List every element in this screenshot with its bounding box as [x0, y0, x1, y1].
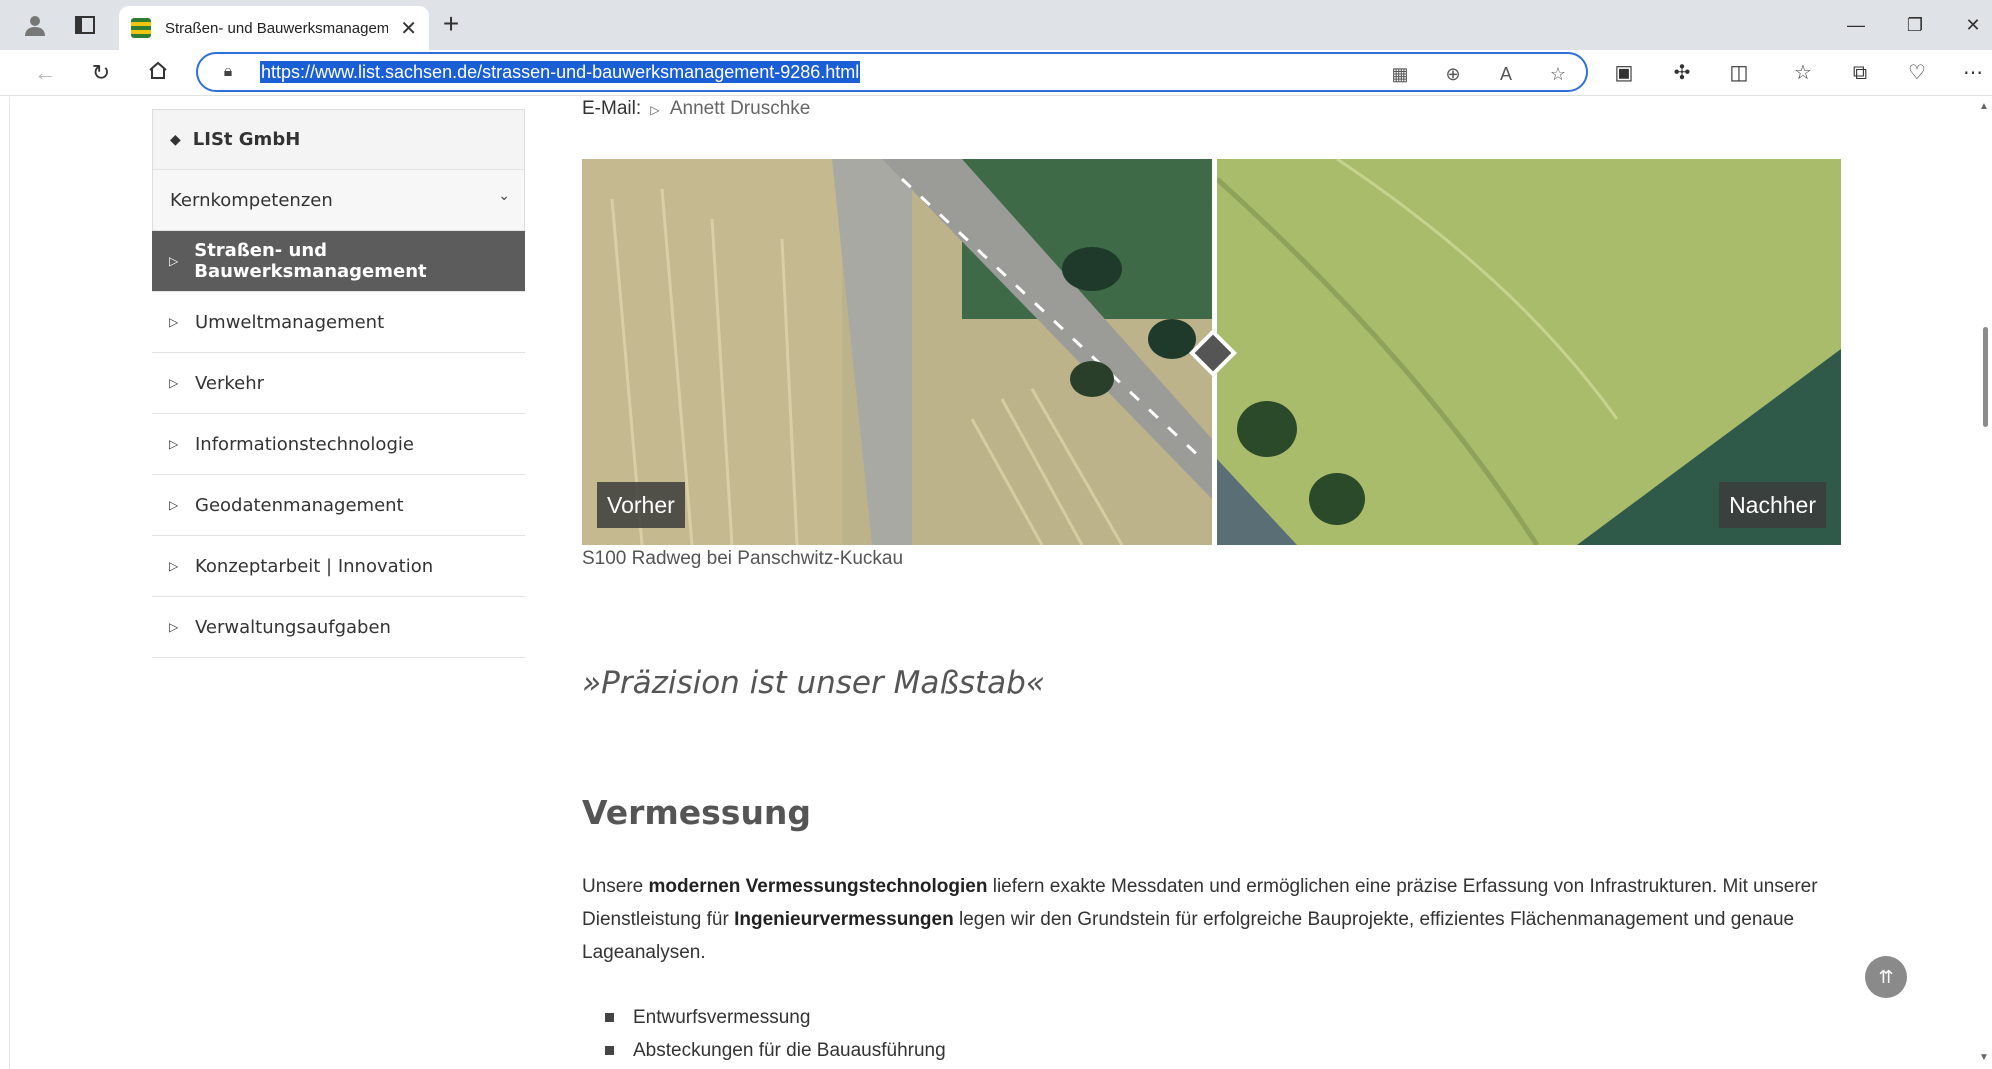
sidebar-org-link[interactable]: ◆ LISt GmbH [152, 109, 525, 170]
tab-bar: Straßen- und Bauwerksmanagem ✕ + — ❐ ✕ [0, 0, 1992, 50]
before-image: Vorher [582, 159, 1212, 545]
para-bold: modernen Vermessungstechnologien [648, 876, 988, 897]
section-heading: Vermessung [582, 793, 812, 832]
sidebar-item-label: Geodatenmanagement [195, 494, 404, 516]
list-item: Absteckungen für die Bauausführung [605, 1034, 946, 1067]
sidebar-item-verwaltung[interactable]: ▷ Verwaltungsaufgaben [152, 597, 525, 658]
before-after-slider[interactable]: Vorher Nachher [582, 159, 1841, 545]
arrow-right-icon: ▷ [169, 559, 179, 573]
scrollbar[interactable]: ▲ ▼ [1978, 97, 1992, 1069]
intro-paragraph: Unsere modernen Vermessungstechnologien … [582, 870, 1842, 969]
sidebar-nav: ◆ LISt GmbH Kernkompetenzen ⌄ ▷ Straßen-… [152, 109, 525, 658]
minimize-button[interactable]: — [1841, 10, 1871, 40]
arrow-right-icon: ▷ [169, 376, 179, 390]
scroll-thumb[interactable] [1983, 327, 1988, 427]
before-label: Vorher [597, 482, 685, 528]
arrow-right-icon: ▷ [169, 254, 179, 268]
extensions-icon[interactable]: ✣ [1667, 58, 1697, 88]
tab-actions-icon[interactable] [70, 10, 100, 40]
para-text: Unsere [582, 876, 649, 897]
url-text[interactable]: https://www.list.sachsen.de/strassen-und… [260, 61, 861, 83]
para-bold: Ingenieurvermessungen [734, 909, 954, 930]
sidebar-item-label: Konzeptarbeit | Innovation [195, 555, 434, 577]
split-screen-icon[interactable]: ◫ [1724, 58, 1754, 88]
restore-button[interactable]: ❐ [1900, 10, 1930, 40]
arrow-right-icon: ▷ [169, 315, 179, 329]
email-contact: E-Mail: ▷ Annett Druschke [582, 97, 810, 122]
arrow-right-icon: ▷ [650, 103, 660, 117]
tab-title: Straßen- und Bauwerksmanagem [165, 19, 389, 37]
quote-heading: »Präzision ist unser Maßstab« [582, 665, 1045, 701]
lock-icon[interactable]: 🔒︎ [218, 62, 238, 82]
arrow-right-icon: ▷ [169, 437, 179, 451]
favicon-icon [131, 18, 151, 38]
sidebar-item-label: Straßen- und Bauwerksmanagement [194, 240, 427, 282]
performance-icon[interactable]: ♡ [1902, 58, 1932, 88]
page-content: ◆ LISt GmbH Kernkompetenzen ⌄ ▷ Straßen-… [0, 97, 1992, 1069]
back-button[interactable]: ← [30, 58, 60, 88]
collections-icon[interactable]: ⧉ [1845, 58, 1875, 88]
arrow-right-icon: ▷ [169, 498, 179, 512]
frame-border [0, 97, 10, 1069]
more-menu-icon[interactable]: ⋯ [1958, 58, 1988, 88]
scroll-down-icon[interactable]: ▼ [1979, 1052, 1989, 1063]
refresh-button[interactable]: ↻ [86, 58, 116, 88]
sidebar-item-geodaten[interactable]: ▷ Geodatenmanagement [152, 475, 525, 536]
read-aloud-icon[interactable]: A [1494, 62, 1518, 86]
close-icon[interactable]: ✕ [400, 16, 417, 41]
favorites-icon[interactable]: ☆ [1788, 58, 1818, 88]
profile-icon[interactable] [20, 10, 50, 40]
zoom-icon[interactable]: ⊕ [1441, 62, 1465, 86]
sidebar-item-umwelt[interactable]: ▷ Umweltmanagement [152, 292, 525, 353]
sidebar-org-label: LISt GmbH [192, 129, 301, 150]
sidebar-item-label: Verwaltungsaufgaben [195, 616, 391, 638]
scroll-up-icon[interactable]: ▲ [1979, 101, 1989, 112]
sidebar-item-it[interactable]: ▷ Informationstechnologie [152, 414, 525, 475]
sidebar-item-label: Informationstechnologie [195, 433, 414, 455]
favorite-star-icon[interactable]: ☆ [1546, 62, 1570, 86]
app-available-icon[interactable]: ▦ [1388, 62, 1412, 86]
sidebar-item-label: Verkehr [195, 372, 265, 394]
sidebar-item-label: Umweltmanagement [195, 311, 385, 333]
sidebar-item-konzept[interactable]: ▷ Konzeptarbeit | Innovation [152, 536, 525, 597]
sidebar-section-label: Kernkompetenzen [170, 189, 333, 211]
back-to-top-button[interactable]: ⇈ [1865, 956, 1907, 998]
list-item: Entwurfsvermessung [605, 1001, 946, 1034]
arrow-right-icon: ▷ [169, 620, 179, 634]
sidebar-item-strassen[interactable]: ▷ Straßen- und Bauwerksmanagement [152, 231, 525, 292]
email-link[interactable]: Annett Druschke [670, 98, 810, 119]
chevron-down-icon: ⌄ [498, 188, 510, 204]
home-button[interactable] [143, 58, 173, 88]
sidebar-section-toggle[interactable]: Kernkompetenzen ⌄ [152, 170, 525, 231]
image-caption: S100 Radweg bei Panschwitz-Kuckau [582, 548, 904, 569]
close-window-button[interactable]: ✕ [1958, 10, 1988, 40]
wallet-icon[interactable]: ▣ [1609, 58, 1639, 88]
service-list: Entwurfsvermessung Absteckungen für die … [605, 1001, 946, 1067]
after-image: Nachher [1217, 159, 1841, 545]
new-tab-button[interactable]: + [436, 10, 466, 40]
after-label: Nachher [1719, 482, 1826, 528]
tab-active[interactable]: Straßen- und Bauwerksmanagem ✕ [119, 6, 429, 50]
email-label: E-Mail: [582, 98, 642, 119]
diamond-icon: ◆ [170, 131, 181, 148]
address-bar[interactable]: 🔒︎ https://www.list.sachsen.de/strassen-… [196, 52, 1588, 92]
sidebar-item-verkehr[interactable]: ▷ Verkehr [152, 353, 525, 414]
